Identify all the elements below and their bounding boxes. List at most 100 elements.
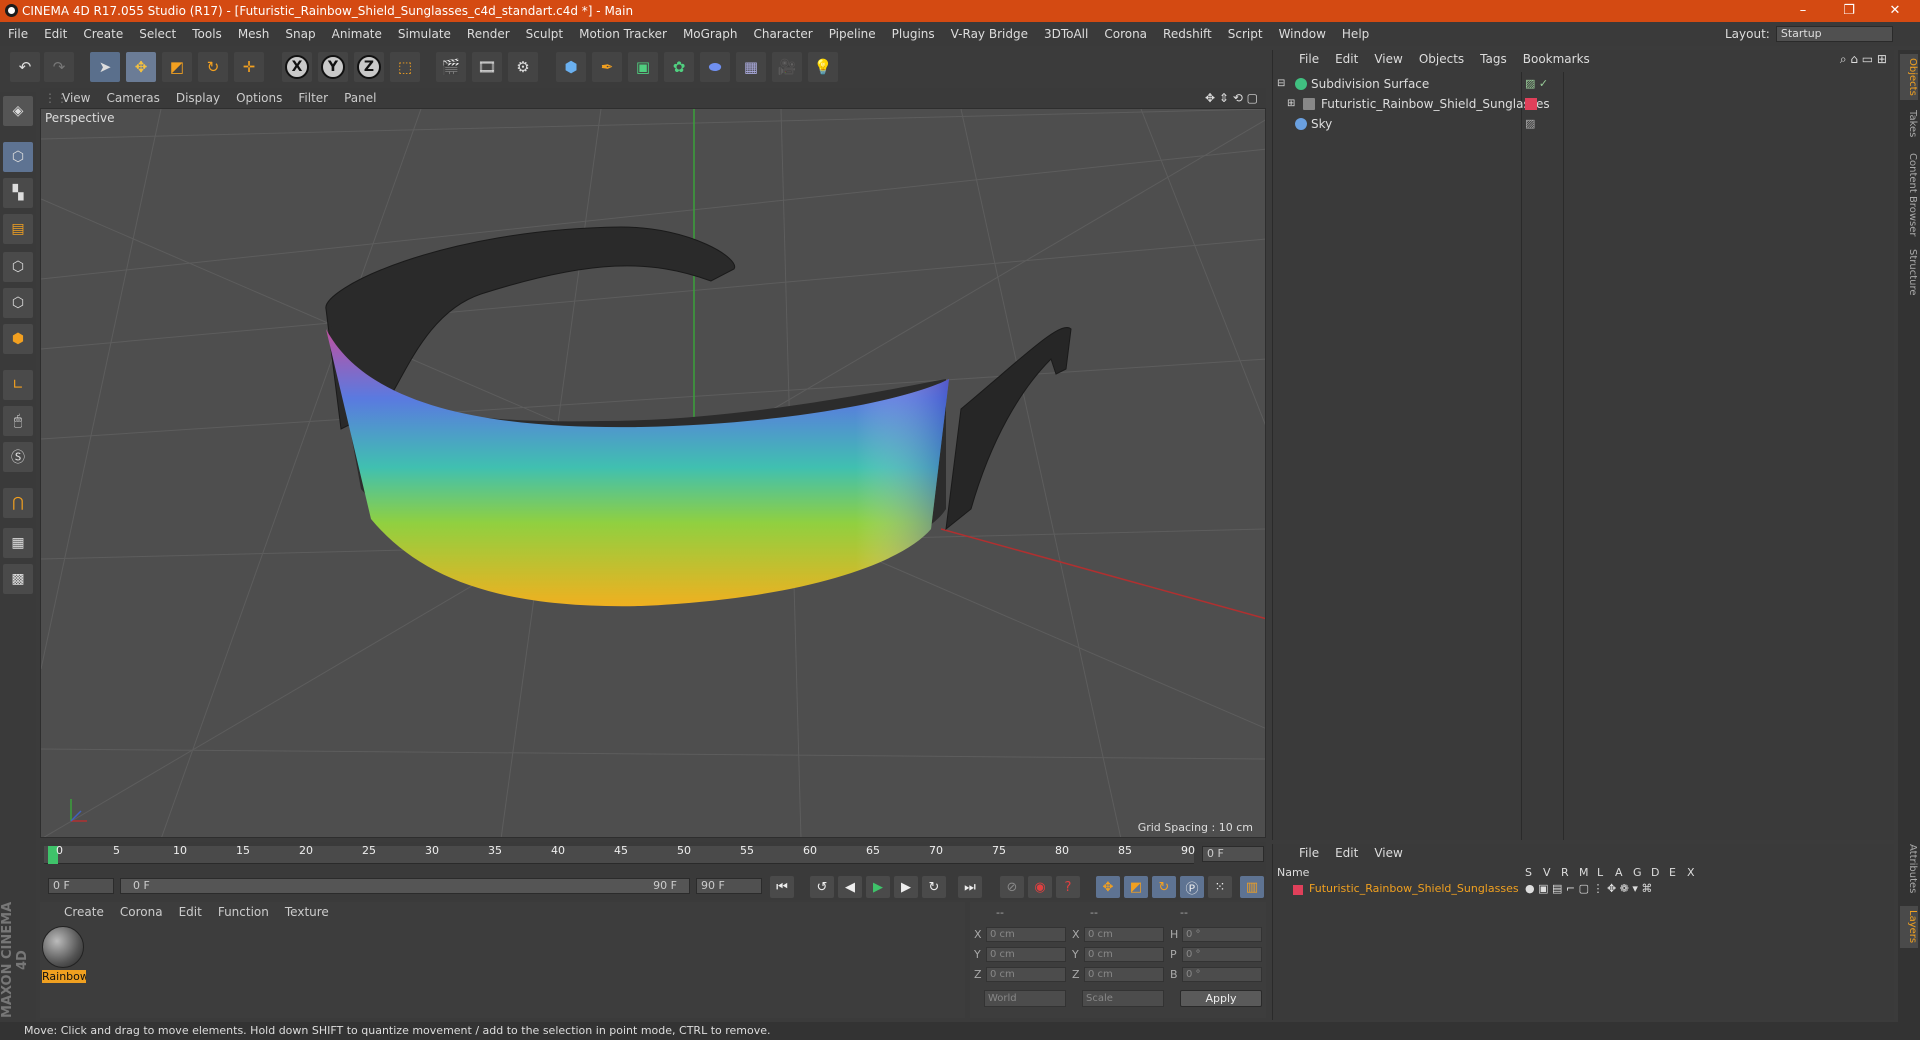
object-row[interactable]: ⊟ Subdivision Surface ▨ ✓ bbox=[1273, 74, 1895, 94]
menu-edit[interactable]: Edit bbox=[36, 27, 75, 41]
menu-animate[interactable]: Animate bbox=[324, 27, 390, 41]
menu-redshift[interactable]: Redshift bbox=[1155, 27, 1220, 41]
material-menu-create[interactable]: Create bbox=[56, 905, 112, 919]
restore-button[interactable]: ❐ bbox=[1826, 0, 1872, 22]
points-mode-button[interactable]: ⬡ bbox=[3, 252, 33, 282]
key-position-button[interactable]: ✥ bbox=[1096, 876, 1120, 898]
layers-menu-file[interactable]: File bbox=[1291, 846, 1327, 860]
key-rotation-button[interactable]: ↻ bbox=[1152, 876, 1176, 898]
layers-menu-view[interactable]: View bbox=[1366, 846, 1410, 860]
model-mode-button[interactable]: ⬡ bbox=[3, 142, 33, 172]
object-manager-tools[interactable]: ⌕ ⌂ ▭ ⊞ bbox=[1832, 52, 1895, 67]
add-light-button[interactable]: 💡 bbox=[808, 52, 838, 82]
objects-menu-view[interactable]: View bbox=[1366, 52, 1410, 66]
add-deformer-button[interactable]: ⬬ bbox=[700, 52, 730, 82]
minimize-button[interactable]: – bbox=[1780, 0, 1826, 22]
menu-window[interactable]: Window bbox=[1271, 27, 1334, 41]
rotation-b-field[interactable]: 0 ° bbox=[1182, 967, 1262, 982]
workplane-mode-button[interactable]: ▤ bbox=[3, 214, 33, 244]
object-row[interactable]: Sky ▨ bbox=[1273, 114, 1895, 134]
tab-objects[interactable]: Objects bbox=[1900, 54, 1918, 100]
menu-tools[interactable]: Tools bbox=[184, 27, 230, 41]
tab-content-browser[interactable]: Content Browser bbox=[1900, 150, 1918, 240]
keyframe-selection-button[interactable]: ? bbox=[1056, 876, 1080, 898]
redo-button[interactable]: ↷ bbox=[44, 52, 74, 82]
visibility-toggles-icon[interactable]: ▨ ✓ bbox=[1525, 74, 1548, 94]
previous-key-button[interactable]: ↺ bbox=[810, 876, 834, 898]
layer-row[interactable]: Futuristic_Rainbow_Shield_Sunglasses ● ▣… bbox=[1273, 882, 1895, 898]
menu-file[interactable]: File bbox=[0, 27, 36, 41]
object-row[interactable]: ⊞ Futuristic_Rainbow_Shield_Sunglasses bbox=[1273, 94, 1895, 114]
autokey-button[interactable]: ◉ bbox=[1028, 876, 1052, 898]
viewport-menu-display[interactable]: Display bbox=[168, 91, 228, 105]
previous-frame-button[interactable]: ◀ bbox=[838, 876, 862, 898]
menu-script[interactable]: Script bbox=[1220, 27, 1271, 41]
viewport-menu-cameras[interactable]: Cameras bbox=[98, 91, 167, 105]
menu-render[interactable]: Render bbox=[459, 27, 518, 41]
menu-corona[interactable]: Corona bbox=[1096, 27, 1155, 41]
position-x-field[interactable]: 0 cm bbox=[986, 927, 1066, 942]
menu-mograph[interactable]: MoGraph bbox=[675, 27, 746, 41]
layer-color-swatch[interactable] bbox=[1293, 885, 1303, 895]
make-editable-button[interactable]: ◈ bbox=[3, 96, 33, 126]
render-settings-button[interactable]: ⚙ bbox=[508, 52, 538, 82]
objects-menu-bookmarks[interactable]: Bookmarks bbox=[1515, 52, 1598, 66]
add-camera-button[interactable]: 🎥 bbox=[772, 52, 802, 82]
menu-3dtoall[interactable]: 3DToAll bbox=[1036, 27, 1096, 41]
objects-menu-objects[interactable]: Objects bbox=[1411, 52, 1472, 66]
polygons-mode-button[interactable]: ⬢ bbox=[3, 324, 33, 354]
viewport-menu-view[interactable]: View bbox=[54, 91, 98, 105]
size-mode-dropdown[interactable]: Scale bbox=[1082, 990, 1164, 1007]
camera-label[interactable]: Perspective bbox=[45, 111, 115, 125]
solo-button[interactable]: Ⓢ bbox=[3, 442, 33, 472]
material-menu-function[interactable]: Function bbox=[210, 905, 277, 919]
select-tool-button[interactable]: ➤ bbox=[90, 52, 120, 82]
rotation-h-field[interactable]: 0 ° bbox=[1182, 927, 1262, 942]
close-button[interactable]: ✕ bbox=[1872, 0, 1918, 22]
menu-snap[interactable]: Snap bbox=[277, 27, 323, 41]
record-keys-button[interactable]: ⊘ bbox=[1000, 876, 1024, 898]
visibility-toggles-icon[interactable]: ▨ bbox=[1525, 114, 1535, 134]
add-cube-button[interactable]: ⬢ bbox=[556, 52, 586, 82]
layers-menu-edit[interactable]: Edit bbox=[1327, 846, 1366, 860]
viewport-menu-options[interactable]: Options bbox=[228, 91, 290, 105]
key-parameter-button[interactable]: Ⓟ bbox=[1180, 876, 1204, 898]
menu-pipeline[interactable]: Pipeline bbox=[821, 27, 884, 41]
material-menu-edit[interactable]: Edit bbox=[171, 905, 210, 919]
y-axis-button[interactable]: Y bbox=[318, 52, 348, 82]
z-axis-button[interactable]: Z bbox=[354, 52, 384, 82]
viewport-nav-icons[interactable]: ✥ ⇕ ⟲ ▢ bbox=[1197, 91, 1266, 105]
menu-simulate[interactable]: Simulate bbox=[390, 27, 459, 41]
render-view-button[interactable]: 🎬 bbox=[436, 52, 466, 82]
scale-tool-button[interactable]: ◩ bbox=[162, 52, 192, 82]
position-y-field[interactable]: 0 cm bbox=[986, 947, 1066, 962]
range-slider[interactable]: 0 F 90 F bbox=[120, 878, 690, 894]
next-key-button[interactable]: ↻ bbox=[922, 876, 946, 898]
tab-layers[interactable]: Layers bbox=[1900, 906, 1918, 948]
size-y-field[interactable]: 0 cm bbox=[1084, 947, 1164, 962]
menu-mesh[interactable]: Mesh bbox=[230, 27, 278, 41]
x-axis-button[interactable]: X bbox=[282, 52, 312, 82]
objects-menu-edit[interactable]: Edit bbox=[1327, 52, 1366, 66]
tab-attributes[interactable]: Attributes bbox=[1900, 840, 1918, 898]
size-z-field[interactable]: 0 cm bbox=[1084, 967, 1164, 982]
3d-viewport[interactable]: Perspective Grid Spacing : 10 cm bbox=[40, 108, 1266, 838]
next-frame-button[interactable]: ▶ bbox=[894, 876, 918, 898]
key-scale-button[interactable]: ◩ bbox=[1124, 876, 1148, 898]
layout-dropdown[interactable]: Startup bbox=[1775, 26, 1893, 42]
tab-structure[interactable]: Structure bbox=[1900, 246, 1918, 298]
menu-sculpt[interactable]: Sculpt bbox=[518, 27, 571, 41]
undo-button[interactable]: ↶ bbox=[10, 52, 40, 82]
material-swatch[interactable]: Rainbow bbox=[42, 926, 86, 983]
snap-button[interactable]: ⋂ bbox=[3, 488, 33, 518]
coordinate-space-dropdown[interactable]: World bbox=[984, 990, 1066, 1007]
viewport-menu-panel[interactable]: Panel bbox=[336, 91, 384, 105]
current-frame-field[interactable]: 0 F bbox=[1202, 846, 1264, 862]
tweak-mode-button[interactable]: 🖱 bbox=[3, 406, 33, 436]
key-pla-button[interactable]: ⁙ bbox=[1208, 876, 1232, 898]
objects-menu-file[interactable]: File bbox=[1291, 52, 1327, 66]
menu-create[interactable]: Create bbox=[75, 27, 131, 41]
tab-takes[interactable]: Takes bbox=[1900, 106, 1918, 142]
menu-plugins[interactable]: Plugins bbox=[884, 27, 943, 41]
objects-menu-tags[interactable]: Tags bbox=[1472, 52, 1515, 66]
